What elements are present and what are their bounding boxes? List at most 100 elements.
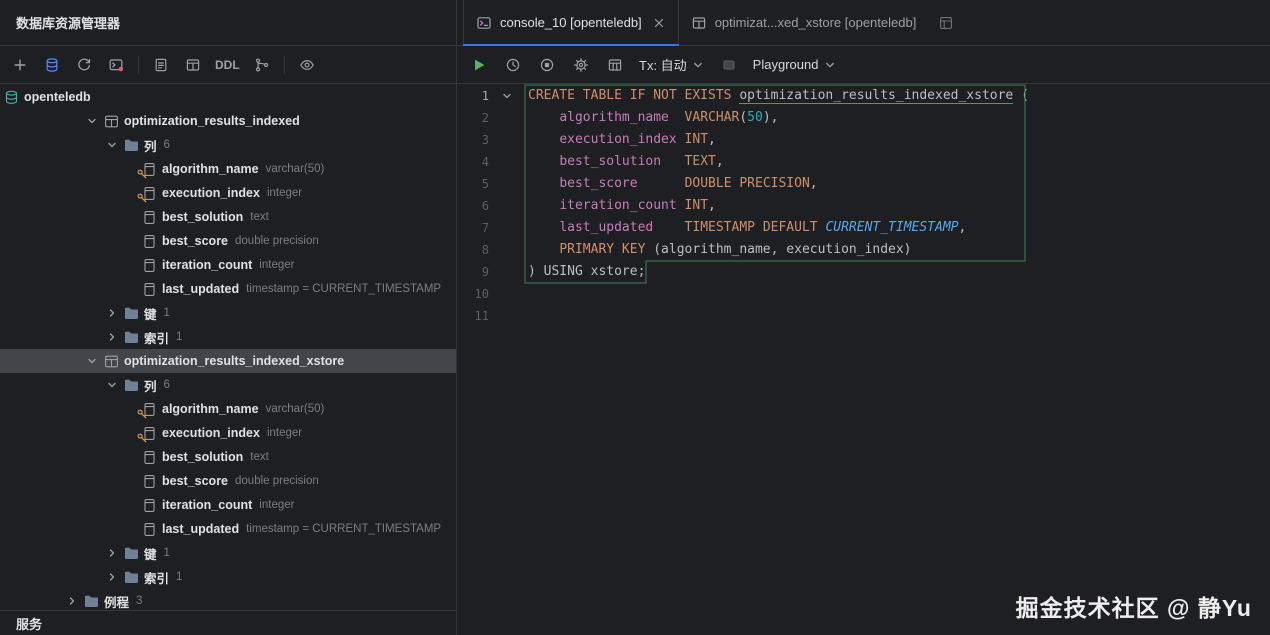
line-number: 7 — [457, 221, 489, 235]
editor-tab-bar: console_10 [openteledb] optimizat...xed_x… — [457, 0, 1270, 46]
gutter-line: 9 — [457, 261, 525, 283]
code-token — [528, 154, 559, 169]
chevron-down-icon[interactable] — [104, 137, 120, 153]
chevron-spacer — [122, 281, 138, 297]
column-icon — [140, 521, 158, 537]
tree-item-label: iteration_count — [162, 258, 252, 272]
tree-item-col-best_solution-1[interactable]: best_solutiontext — [0, 205, 456, 229]
tree-item-columns-folder-1[interactable]: 列6 — [0, 133, 456, 157]
chevron-right-icon[interactable] — [64, 593, 80, 609]
gutter-line: 5 — [457, 173, 525, 195]
fork-icon[interactable] — [252, 55, 272, 75]
folder-icon — [122, 329, 140, 345]
tree-item-meta: 1 — [176, 571, 182, 583]
code-token: ), — [763, 110, 779, 125]
output-icon[interactable] — [719, 55, 739, 75]
tree-item-meta: varchar(50) — [266, 403, 325, 415]
tree-item-keys-folder-1[interactable]: 键1 — [0, 301, 456, 325]
eye-icon[interactable] — [297, 55, 317, 75]
code-token — [669, 110, 685, 125]
file-icon[interactable] — [151, 55, 171, 75]
chevron-spacer — [122, 425, 138, 441]
gutter-line: 7 — [457, 217, 525, 239]
editor-area: console_10 [openteledb] optimizat...xed_x… — [457, 0, 1270, 635]
run-icon[interactable] — [469, 55, 489, 75]
tree-item-routines-folder[interactable]: 例程3 — [0, 589, 456, 610]
code-token: best_score — [559, 176, 637, 191]
stop-icon[interactable] — [537, 55, 557, 75]
code-token: last_updated — [559, 220, 653, 235]
chevron-right-icon[interactable] — [104, 569, 120, 585]
code-line-1: CREATE TABLE IF NOT EXISTS optimization_… — [528, 85, 1270, 107]
tab-xstore-table[interactable]: optimizat...xed_xstore [openteledb] — [679, 0, 929, 45]
services-label: 服务 — [16, 614, 42, 633]
tree-item-table-optimization_results_indexed_xstore[interactable]: optimization_results_indexed_xstore — [0, 349, 456, 373]
tree-item-col-best_score-1[interactable]: best_scoredouble precision — [0, 229, 456, 253]
chevron-spacer — [122, 257, 138, 273]
code-line-3: execution_index INT, — [528, 129, 1270, 151]
table-view-icon[interactable] — [605, 55, 625, 75]
tab-list-icon[interactable] — [936, 13, 956, 33]
code-token — [528, 220, 559, 235]
tree-item-col-execution_index-1[interactable]: execution_indexinteger — [0, 181, 456, 205]
tree-item-col-algorithm_name-2[interactable]: algorithm_name varchar(50) — [0, 397, 456, 421]
fold-chevron-icon[interactable] — [489, 90, 525, 102]
tree-item-keys-folder-2[interactable]: 键1 — [0, 541, 456, 565]
tree-item-col-best_solution-2[interactable]: best_solutiontext — [0, 445, 456, 469]
tree-item-meta: timestamp = CURRENT_TIMESTAMP — [246, 283, 441, 295]
tree-item-meta: integer — [267, 427, 302, 439]
code-token: algorithm_name — [559, 110, 669, 125]
tree-item-col-last_updated-1[interactable]: last_updated timestamp = CURRENT_TIMESTAM… — [0, 277, 456, 301]
console-tab-icon — [476, 15, 492, 31]
watermark: 掘金技术社区 @ 静Yu — [1016, 589, 1252, 623]
refresh-icon[interactable] — [74, 55, 94, 75]
tree-item-col-algorithm_name-1[interactable]: algorithm_namevarchar(50) — [0, 157, 456, 181]
tree-item-openteledb[interactable]: openteledb — [0, 85, 456, 109]
tree-item-col-iteration_count-1[interactable]: iteration_count integer — [0, 253, 456, 277]
code-token — [528, 176, 559, 191]
tree-item-columns-folder-2[interactable]: 列6 — [0, 373, 456, 397]
tree-item-col-iteration_count-2[interactable]: iteration_countinteger — [0, 493, 456, 517]
settings-icon[interactable] — [571, 55, 591, 75]
chevron-right-icon[interactable] — [104, 305, 120, 321]
code-token: execution_index — [559, 132, 676, 147]
tab-label: optimizat...xed_xstore [openteledb] — [715, 15, 917, 30]
chevron-down-icon[interactable] — [84, 113, 100, 129]
editor-content: CREATE TABLE IF NOT EXISTS optimization_… — [525, 84, 1270, 635]
line-number: 1 — [457, 89, 489, 103]
chevron-down-icon[interactable] — [84, 353, 100, 369]
datasource-icon[interactable] — [42, 55, 62, 75]
folder-icon — [82, 593, 100, 609]
tree-item-indexes-folder-2[interactable]: 索引1 — [0, 565, 456, 589]
code-line-7: last_updated TIMESTAMP DEFAULT CURRENT_T… — [528, 217, 1270, 239]
tree-item-col-best_score-2[interactable]: best_scoredouble precision — [0, 469, 456, 493]
gutter-line: 11 — [457, 305, 525, 327]
code-token: CURRENT_TIMESTAMP — [825, 220, 958, 235]
chevron-right-icon[interactable] — [104, 545, 120, 561]
tree-item-label: algorithm_name — [162, 402, 259, 416]
sql-editor[interactable]: 1234567891011 CREATE TABLE IF NOT EXISTS… — [457, 84, 1270, 635]
close-icon[interactable] — [652, 16, 666, 30]
playground-dropdown[interactable]: Playground — [753, 57, 837, 72]
tree-item-indexes-folder-1[interactable]: 索引1 — [0, 325, 456, 349]
add-icon[interactable] — [10, 55, 30, 75]
tx-dropdown[interactable]: Tx: 自动 — [639, 55, 705, 74]
history-icon[interactable] — [503, 55, 523, 75]
code-token — [528, 242, 559, 257]
tree-item-col-execution_index-2[interactable]: execution_indexinteger — [0, 421, 456, 445]
tree-item-label: last_updated — [162, 282, 239, 296]
column-icon — [140, 257, 158, 273]
services-panel[interactable]: 服务 — [0, 610, 456, 635]
tree-item-meta: integer — [259, 259, 294, 271]
tree-item-col-last_updated-2[interactable]: last_updatedtimestamp = CURRENT_TIMESTAM… — [0, 517, 456, 541]
code-line-10 — [528, 283, 1270, 305]
tree-item-label: 例程 — [104, 592, 129, 611]
jump-to-console-icon[interactable] — [106, 55, 126, 75]
ddl-button[interactable]: DDL — [215, 58, 240, 72]
chevron-right-icon[interactable] — [104, 329, 120, 345]
chevron-down-icon[interactable] — [104, 377, 120, 393]
table-icon[interactable] — [183, 55, 203, 75]
tab-console_10[interactable]: console_10 [openteledb] — [463, 0, 679, 45]
column-key-icon — [140, 185, 158, 201]
tree-item-table-optimization_results_indexed[interactable]: optimization_results_indexed — [0, 109, 456, 133]
